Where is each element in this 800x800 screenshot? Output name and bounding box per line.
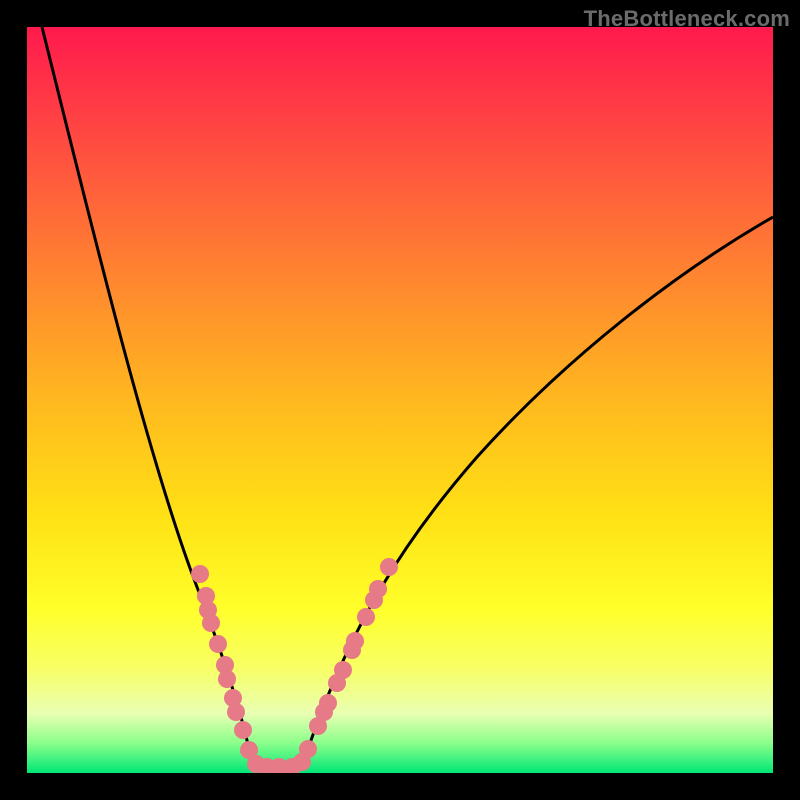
data-point: [299, 740, 317, 758]
plot-area: [27, 27, 773, 773]
curve-right-branch: [302, 217, 773, 767]
curve-layer: [27, 27, 773, 773]
data-point: [227, 703, 245, 721]
chart-frame: TheBottleneck.com: [0, 0, 800, 800]
data-point: [346, 632, 364, 650]
data-point: [319, 694, 337, 712]
data-point: [380, 558, 398, 576]
data-point: [357, 608, 375, 626]
data-point: [202, 614, 220, 632]
data-point: [218, 670, 236, 688]
data-point: [369, 580, 387, 598]
watermark-text: TheBottleneck.com: [584, 6, 790, 32]
data-point: [191, 565, 209, 583]
data-point: [234, 721, 252, 739]
data-point: [209, 635, 227, 653]
data-point: [334, 661, 352, 679]
